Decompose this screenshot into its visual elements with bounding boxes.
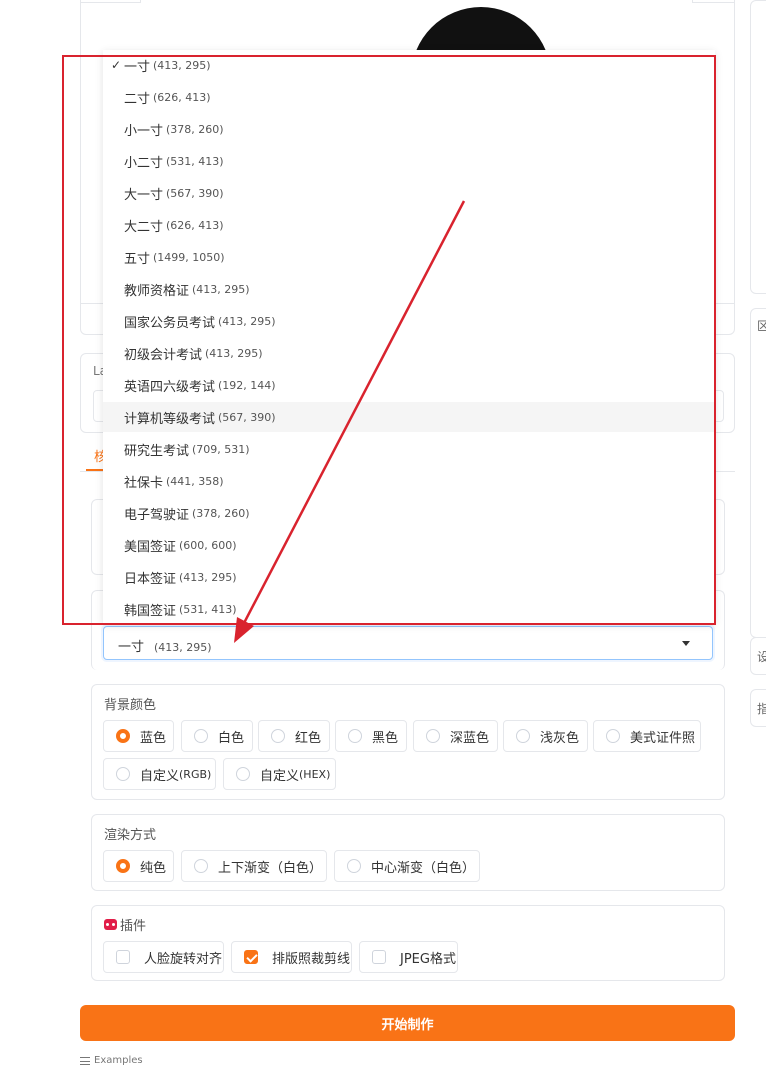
plugins-block: 插件 人脸旋转对齐 排版照裁剪线 JPEG格式 bbox=[91, 905, 725, 981]
right-panel-hint: 区 bbox=[757, 319, 766, 333]
size-option[interactable]: 国家公务员考试 (413, 295) bbox=[103, 306, 715, 336]
size-select-value: 一寸 (413, 295) bbox=[118, 640, 212, 655]
bg-option-black[interactable]: 黑色 bbox=[335, 720, 407, 752]
image-label-tab bbox=[81, 0, 141, 3]
radio-icon bbox=[426, 729, 440, 743]
examples-header[interactable]: Examples bbox=[80, 1055, 143, 1065]
render-option-vertical-gradient[interactable]: 上下渐变（白色） bbox=[181, 850, 327, 882]
check-icon: ✓ bbox=[111, 58, 122, 72]
size-option-hovered[interactable]: 计算机等级考试 (567, 390) bbox=[103, 402, 715, 432]
plugin-jpeg-format[interactable]: JPEG格式 bbox=[359, 941, 458, 973]
radio-icon bbox=[347, 859, 361, 873]
radio-icon bbox=[516, 729, 530, 743]
size-option[interactable]: 教师资格证 (413, 295) bbox=[103, 274, 715, 304]
render-option-center-gradient[interactable]: 中心渐变（白色） bbox=[334, 850, 480, 882]
radio-icon bbox=[194, 859, 208, 873]
chevron-down-icon bbox=[682, 641, 690, 646]
render-option-solid[interactable]: 纯色 bbox=[103, 850, 174, 882]
examples-label: Examples bbox=[94, 1055, 143, 1065]
radio-icon bbox=[271, 729, 285, 743]
radio-icon bbox=[116, 859, 130, 873]
image-toolbar bbox=[692, 0, 734, 3]
checkbox-checked-icon bbox=[244, 950, 258, 964]
bg-option-us-style[interactable]: 美式证件照 bbox=[593, 720, 701, 752]
radio-icon bbox=[606, 729, 620, 743]
radio-icon bbox=[236, 767, 250, 781]
radio-icon bbox=[116, 767, 130, 781]
bg-option-light-gray[interactable]: 浅灰色 bbox=[503, 720, 588, 752]
checkbox-icon bbox=[372, 950, 386, 964]
size-option[interactable]: 电子驾驶证 (378, 260) bbox=[103, 498, 715, 528]
radio-icon bbox=[116, 729, 130, 743]
plugin-face-align[interactable]: 人脸旋转对齐 bbox=[103, 941, 224, 973]
size-option[interactable]: 韩国签证 (531, 413) bbox=[103, 594, 715, 624]
right-setting-label: 设 bbox=[757, 650, 766, 664]
right-guide-button[interactable]: 指 bbox=[750, 689, 766, 727]
checkbox-icon bbox=[116, 950, 130, 964]
size-option[interactable]: ✓ 一寸 (413, 295) bbox=[103, 50, 715, 80]
bg-option-custom-hex[interactable]: 自定义 (HEX) bbox=[223, 758, 336, 790]
start-button[interactable]: 开始制作 bbox=[80, 1005, 735, 1041]
size-option[interactable]: 英语四六级考试 (192, 144) bbox=[103, 370, 715, 400]
right-output-panel-top bbox=[750, 0, 766, 294]
size-option[interactable]: 社保卡 (441, 358) bbox=[103, 466, 715, 496]
size-option[interactable]: 小二寸 (531, 413) bbox=[103, 146, 715, 176]
right-guide-label: 指 bbox=[757, 702, 766, 716]
size-option[interactable]: 研究生考试 (709, 531) bbox=[103, 434, 715, 464]
right-setting-button[interactable]: 设 bbox=[750, 637, 766, 675]
list-icon bbox=[80, 1056, 90, 1065]
radio-icon bbox=[348, 729, 362, 743]
size-option[interactable]: 五寸 (1499, 1050) bbox=[103, 242, 715, 272]
bg-option-white[interactable]: 白色 bbox=[181, 720, 253, 752]
size-option[interactable]: 大二寸 (626, 413) bbox=[103, 210, 715, 240]
size-option[interactable]: 二寸 (626, 413) bbox=[103, 82, 715, 112]
plugins-title: 插件 bbox=[104, 915, 146, 934]
right-output-panel: 区 bbox=[750, 308, 766, 638]
size-option[interactable]: 日本签证 (413, 295) bbox=[103, 562, 715, 592]
size-option[interactable]: 美国签证 (600, 600) bbox=[103, 530, 715, 560]
size-option[interactable]: 初级会计考试 (413, 295) bbox=[103, 338, 715, 368]
render-mode-title: 渲染方式 bbox=[104, 828, 157, 843]
robot-icon bbox=[104, 919, 117, 930]
radio-icon bbox=[194, 729, 208, 743]
bg-option-custom-rgb[interactable]: 自定义 (RGB) bbox=[103, 758, 216, 790]
background-color-block: 背景颜色 蓝色 白色 红色 黑色 深蓝色 浅灰色 美式证件照 自定义 (RGB) … bbox=[91, 684, 725, 800]
background-color-title: 背景颜色 bbox=[104, 698, 157, 713]
render-mode-block: 渲染方式 纯色 上下渐变（白色） 中心渐变（白色） bbox=[91, 814, 725, 891]
size-option[interactable]: 大一寸 (567, 390) bbox=[103, 178, 715, 208]
plugin-layout-crop-lines[interactable]: 排版照裁剪线 bbox=[231, 941, 352, 973]
size-select[interactable]: 一寸 (413, 295) bbox=[103, 626, 713, 660]
size-option[interactable]: 小一寸 (378, 260) bbox=[103, 114, 715, 144]
bg-option-blue[interactable]: 蓝色 bbox=[103, 720, 174, 752]
size-dropdown-list: ✓ 一寸 (413, 295) 二寸 (626, 413) 小一寸 (378, 260)… bbox=[103, 50, 715, 623]
bg-option-red[interactable]: 红色 bbox=[258, 720, 330, 752]
bg-option-dark-blue[interactable]: 深蓝色 bbox=[413, 720, 498, 752]
